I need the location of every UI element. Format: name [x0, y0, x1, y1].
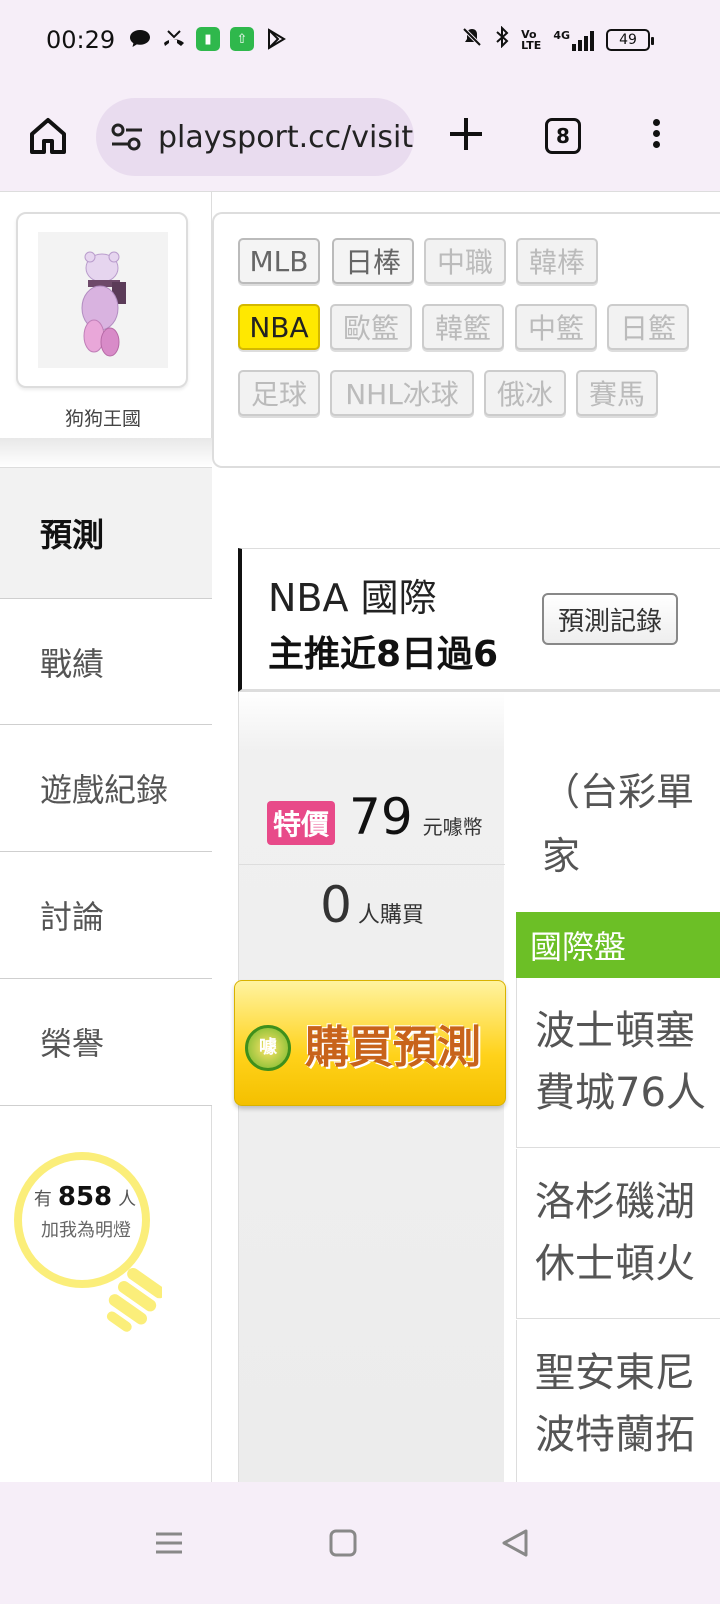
- game-team-1: 聖安東尼: [535, 1350, 695, 1396]
- game-team-1: 洛杉磯湖: [535, 1179, 695, 1225]
- sidebar-item-label: 討論: [40, 898, 105, 936]
- sport-tab-japan-basketball[interactable]: 日籃: [607, 304, 689, 350]
- overflow-menu-button[interactable]: [646, 116, 666, 156]
- home-icon: [30, 118, 66, 154]
- profile-divider: [0, 438, 212, 468]
- sport-tabs-panel: MLB 日棒 中職 韓棒 NBA 歐籃 韓籃 中籃 日籃 足球 NHL冰球 俄冰…: [212, 212, 720, 468]
- notification-icons: ▮ ⇧: [128, 27, 288, 51]
- app-icon: ▮: [196, 27, 220, 51]
- sidebar-item-label: 戰績: [40, 644, 105, 683]
- fans-count-text: 有 858 人: [0, 1182, 170, 1212]
- game-row[interactable]: 洛杉磯湖 休士頓火: [516, 1149, 720, 1319]
- sport-tab-npb[interactable]: 日棒: [332, 238, 414, 284]
- sport-tab-khl[interactable]: 俄冰: [484, 370, 566, 416]
- fans-prefix: 有: [33, 1189, 52, 1210]
- network-type: 4G: [553, 28, 570, 42]
- lightbulb-icon[interactable]: [12, 1150, 162, 1340]
- sale-badge: 特價: [267, 801, 336, 845]
- bluetooth-icon: [495, 25, 509, 53]
- home-nav-icon[interactable]: [326, 1526, 360, 1560]
- prediction-description: （台彩單家: [542, 770, 695, 878]
- menu-dot-icon: [652, 141, 660, 148]
- fans-count: 858: [57, 1182, 113, 1212]
- site-settings-icon[interactable]: [110, 122, 144, 152]
- battery-level: 49: [619, 31, 637, 48]
- game-row[interactable]: 波士頓塞 費城76人: [516, 978, 720, 1148]
- prediction-title: NBA 國際: [268, 576, 437, 620]
- status-bar: 00:29 ▮ ⇧ Vo LTE 4G 49: [0, 0, 720, 84]
- buyers-label: 人購買: [357, 903, 424, 928]
- bear-figurine-image: [81, 251, 126, 357]
- battery-icon: 49: [606, 28, 654, 51]
- volte-icon: Vo LTE: [521, 27, 542, 52]
- game-team-2: 費城76人: [535, 1070, 706, 1116]
- new-tab-button[interactable]: [446, 114, 486, 154]
- username[interactable]: 狗狗王國: [0, 404, 206, 431]
- avatar[interactable]: [38, 232, 168, 368]
- buyers-count: 0: [320, 876, 352, 934]
- profile-sidebar: 狗狗王國 預測 戰績 遊戲紀錄 討論 榮譽 有 858 人 加我為明燈: [0, 192, 212, 1482]
- menu-dot-icon: [652, 130, 660, 137]
- mute-icon: [461, 26, 483, 53]
- sport-tab-nhl[interactable]: NHL冰球: [330, 370, 474, 416]
- game-team-2: 波特蘭拓: [535, 1412, 695, 1458]
- price-value: 79: [349, 788, 413, 846]
- sport-tab-euro-basketball[interactable]: 歐籃: [330, 304, 412, 350]
- sport-tab-china-basketball[interactable]: 中籃: [515, 304, 597, 350]
- url-text[interactable]: playsport.cc/visit: [158, 120, 413, 155]
- avatar-card[interactable]: [16, 212, 188, 388]
- recent-apps-icon[interactable]: [152, 1526, 186, 1560]
- price-unit: 元噱幣: [422, 815, 483, 839]
- sport-tab-soccer[interactable]: 足球: [238, 370, 320, 416]
- fans-suffix: 人: [118, 1189, 137, 1210]
- home-button[interactable]: [26, 114, 70, 158]
- sidebar-item-game-history[interactable]: 遊戲紀錄: [0, 725, 212, 852]
- prediction-record-button[interactable]: 預測記錄: [542, 593, 678, 645]
- sidebar-item-label: 榮譽: [40, 1025, 105, 1063]
- game-team-2: 休士頓火: [535, 1241, 695, 1287]
- international-line-header: 國際盤: [516, 912, 720, 978]
- address-bar[interactable]: playsport.cc/visit: [96, 98, 414, 176]
- sport-tab-nba[interactable]: NBA: [238, 304, 320, 350]
- prediction-header: NBA 國際 主推近8日過6 預測記錄: [238, 548, 720, 692]
- signal-icon: 4G: [553, 29, 594, 51]
- browser-toolbar: playsport.cc/visit 8: [0, 84, 720, 192]
- sport-tab-mlb[interactable]: MLB: [238, 238, 320, 284]
- sidebar-item-predictions[interactable]: 預測: [0, 468, 212, 598]
- play-store-icon: [264, 27, 288, 51]
- buyers-count-row: 0 人購買: [239, 876, 505, 934]
- divider: [239, 864, 505, 865]
- status-time: 00:29: [46, 26, 116, 54]
- sidebar-item-honors[interactable]: 榮譽: [0, 979, 212, 1106]
- back-icon[interactable]: [498, 1526, 532, 1560]
- game-team-1: 波士頓塞: [535, 1008, 695, 1054]
- sport-tab-horse-racing[interactable]: 賽馬: [576, 370, 658, 416]
- sport-tab-kbo[interactable]: 韓棒: [516, 238, 598, 284]
- sidebar-item-label: 遊戲紀錄: [40, 771, 169, 809]
- sidebar-item-label: 預測: [40, 516, 105, 554]
- buy-prediction-label: 購買預測: [305, 1022, 481, 1073]
- game-row[interactable]: 聖安東尼 波特蘭拓: [516, 1320, 720, 1482]
- sidebar-item-record[interactable]: 戰績: [0, 598, 212, 725]
- sport-tab-korea-basketball[interactable]: 韓籃: [422, 304, 504, 350]
- system-navigation-bar: [0, 1482, 720, 1604]
- chat-bubble-icon: [128, 27, 152, 51]
- buy-prediction-button[interactable]: 噱 購買預測: [234, 980, 506, 1106]
- missed-call-icon: [162, 27, 186, 51]
- follow-label[interactable]: 加我為明燈: [0, 1216, 172, 1242]
- playsport-coin-icon: 噱: [245, 1025, 291, 1071]
- sidebar-item-discussion[interactable]: 討論: [0, 852, 212, 979]
- menu-dot-icon: [652, 119, 660, 126]
- price-row: 特價 79 元噱幣: [267, 788, 483, 846]
- prediction-subtitle: 主推近8日過6: [268, 634, 499, 675]
- plus-icon: [450, 118, 482, 150]
- tab-switcher-button[interactable]: 8: [545, 118, 581, 154]
- upload-icon: ⇧: [230, 27, 254, 51]
- system-icons: Vo LTE 4G 49: [461, 25, 654, 53]
- sport-tab-cpbl[interactable]: 中職: [424, 238, 506, 284]
- prediction-details: （台彩單家 國際盤 波士頓塞 費城76人 洛杉磯湖 休士頓火 聖安東尼 波特蘭拓: [516, 692, 720, 1482]
